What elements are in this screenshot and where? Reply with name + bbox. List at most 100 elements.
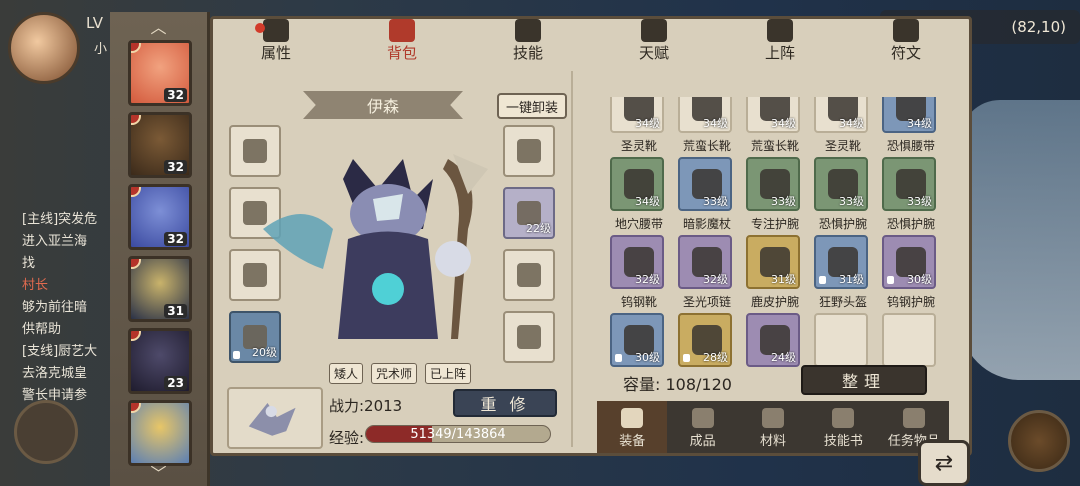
item-name: 荒蛮长靴 (682, 139, 731, 153)
panel-tabs: 属性 背包 技能 天赋 上阵 符文 (213, 19, 969, 69)
item-level: 34级 (771, 117, 796, 130)
item-name: 圣灵靴 (824, 139, 861, 153)
hero-card[interactable]: 32 (128, 40, 192, 106)
inventory-item[interactable]: 32级 圣光项链 (678, 235, 732, 309)
quest-tracker[interactable]: [主线]突发危 进入亚兰海找村长 够为前往暗 供帮助 [支线]厨艺大 去洛克城皇 警长申请参… (22, 210, 112, 430)
item-level: 33级 (703, 195, 728, 208)
inventory-slot[interactable]: 24级 (746, 313, 800, 367)
hero-portrait (263, 154, 488, 339)
hero-tag: 已上阵 (425, 363, 472, 384)
hero-card[interactable]: 31 (128, 256, 192, 322)
right-action-button[interactable] (1008, 410, 1070, 472)
category-tab-label: 材料 (760, 434, 787, 449)
tab-label: 背包 (386, 44, 417, 62)
quest-title[interactable]: [支线]厨艺大 (22, 342, 112, 362)
item-level: 31级 (771, 273, 796, 286)
item-level: 24级 (771, 351, 796, 364)
category-tab-label: 装备 (619, 434, 646, 449)
tab-backpack[interactable]: 背包 (339, 19, 465, 69)
inventory-item[interactable]: 34级 荒蛮长靴 (678, 97, 732, 153)
quest-description: 进入亚兰海 (22, 234, 88, 249)
hero-level: 32 (164, 88, 187, 102)
tab-label: 符文 (890, 44, 921, 62)
inventory-item[interactable]: 31级 狂野头盔 (814, 235, 868, 309)
hero-card[interactable]: 23 (128, 328, 192, 394)
item-name: 鹿皮护腕 (750, 295, 799, 309)
lock-icon (233, 351, 240, 359)
item-level: 30级 (635, 351, 660, 364)
quest-description: 够为前往暗 (22, 300, 88, 315)
griffin-pet-icon (248, 403, 296, 436)
tab-talent-eye[interactable]: 天赋 (591, 19, 717, 69)
item-name: 恐惧护腕 (818, 217, 867, 231)
scroll-up-icon[interactable]: ︿ (110, 14, 207, 38)
inventory-item[interactable]: 32级钨钢靴 (610, 235, 664, 309)
hero-tag: 矮人 (329, 363, 364, 384)
tab-attributes[interactable]: 属性 (213, 19, 339, 69)
left-action-button[interactable] (14, 400, 78, 464)
inventory-item[interactable]: 34级 圣灵靴 (814, 97, 868, 153)
item-level: 34级 (635, 195, 660, 208)
unequip-all-button[interactable]: 一键卸装 (497, 93, 567, 119)
item-name: 恐惧护腕 (886, 217, 935, 231)
inventory-slot[interactable]: 28级 (678, 313, 732, 367)
inventory-slot[interactable] (814, 313, 868, 367)
snowy-cliff (960, 100, 1080, 380)
hero-level: 32 (164, 232, 187, 246)
product-icon (691, 408, 714, 428)
hero-card[interactable] (128, 400, 192, 466)
item-level: 32级 (635, 273, 660, 286)
inventory-item[interactable]: 34级 恐惧腰带 (882, 97, 936, 153)
pet-slot[interactable] (227, 387, 323, 449)
inventory-item[interactable]: 30级 钨钢护腕 (882, 235, 936, 309)
category-tab-equipment[interactable]: 装备 (597, 401, 668, 453)
category-tab-material[interactable]: 材料 (738, 401, 808, 453)
tab-rune[interactable]: 符文 (843, 19, 969, 69)
inventory-item[interactable]: 33级恐惧护腕 (882, 157, 936, 231)
player-avatar[interactable] (8, 12, 80, 84)
crossed-swords-icon (767, 19, 793, 42)
quest-description: 村长 (22, 278, 49, 293)
switch-icon[interactable]: ⇄ (918, 440, 970, 486)
hero-level: 23 (164, 376, 187, 390)
quest-title[interactable]: [主线]突发危 (22, 210, 112, 230)
inventory-item[interactable]: 33级 专注护腕 (746, 157, 800, 231)
category-tab-product[interactable]: 成品 (667, 401, 737, 453)
hero-badge-icon (131, 259, 141, 269)
hero-card[interactable]: 32 (128, 112, 192, 178)
quest-description: 找 (22, 256, 36, 271)
rebuild-button[interactable]: 重 修 (453, 389, 557, 417)
hero-badge-icon (131, 403, 141, 413)
player-name-fragment: 小 (94, 42, 108, 57)
quest-description: 供帮助 (22, 322, 62, 337)
inventory-item[interactable]: 33级 暗影魔杖 (678, 157, 732, 231)
inventory-slot[interactable] (882, 313, 936, 367)
item-name: 荒蛮长靴 (750, 139, 799, 153)
lock-icon (615, 354, 622, 362)
hero-list[interactable]: ︿ ﹀ 32 32 32 31 23 (110, 12, 210, 486)
inventory-item[interactable]: 33级 恐惧护腕 (814, 157, 868, 231)
inventory-item[interactable]: 34级 圣灵靴 (610, 97, 664, 153)
hero-card[interactable]: 32 (128, 184, 192, 250)
tab-skills-book[interactable]: 技能 (465, 19, 591, 69)
inventory-slot[interactable]: 30级 (610, 313, 664, 367)
exp-label: 经验: (329, 429, 365, 447)
capacity-label: 容量: (623, 375, 661, 394)
inventory-item[interactable]: 31级鹿皮护腕 (746, 235, 800, 309)
sort-button[interactable]: 整理 (801, 365, 927, 395)
item-name: 钨钢靴 (620, 295, 657, 309)
left-hud: LV 小 [主线]突发危 进入亚兰海找村长 够为前往暗 供帮助 [支线]厨艺大 去洛克城皇… (0, 0, 110, 486)
talent-eye-icon (641, 19, 667, 42)
hero-level: 31 (164, 304, 187, 318)
category-tab-skillbook[interactable]: 技能书 (808, 401, 878, 453)
item-level: 33级 (907, 195, 932, 208)
inventory-item[interactable]: 34级荒蛮长靴 (746, 97, 800, 153)
tab-crossed-swords[interactable]: 上阵 (717, 19, 843, 69)
rune-icon (893, 19, 919, 42)
item-name: 圣灵靴 (620, 139, 657, 153)
skillbook-icon (832, 408, 855, 428)
panel-divider (571, 71, 573, 447)
tab-label: 天赋 (638, 44, 669, 62)
exp-value: 51349/143864 (410, 426, 506, 442)
inventory-item[interactable]: 34级 地穴腰带 (610, 157, 664, 231)
